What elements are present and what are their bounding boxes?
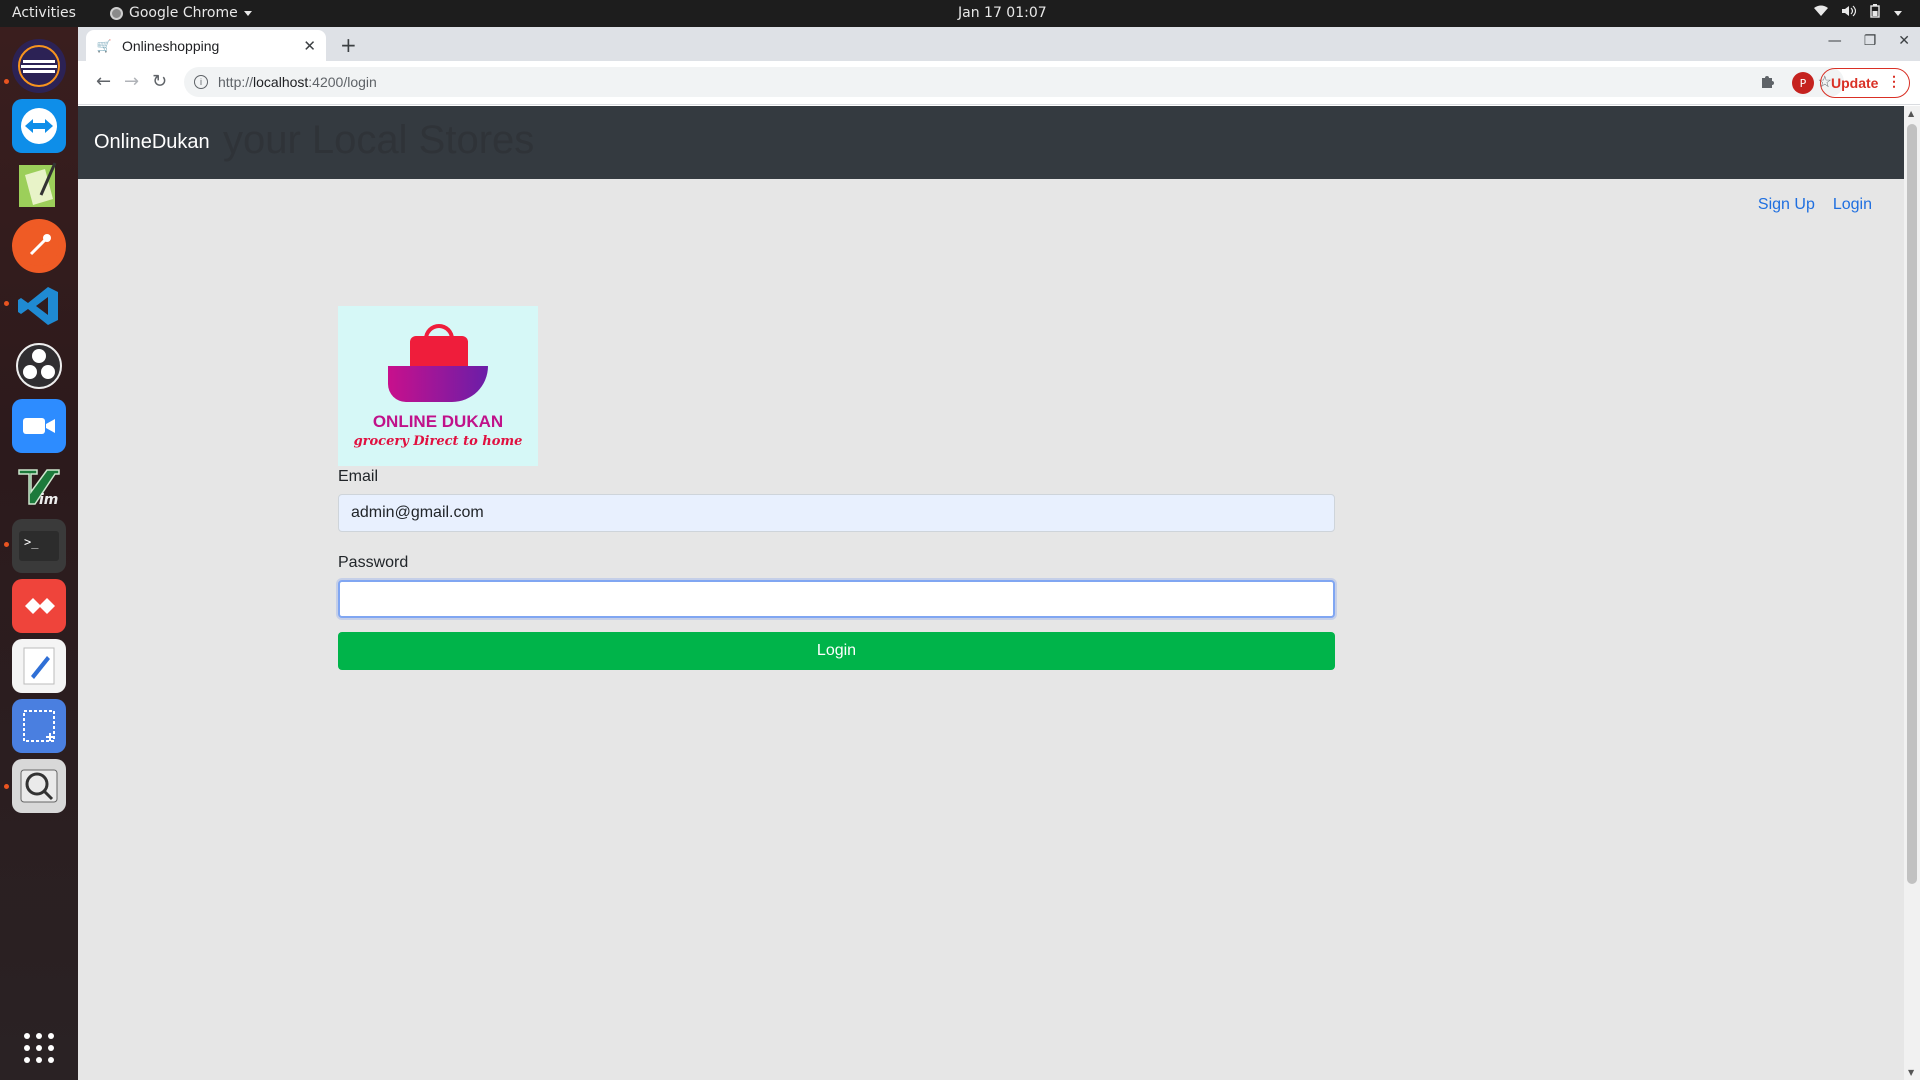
logo-slogan: grocery Direct to home — [353, 434, 523, 449]
app-menu-label: Google Chrome — [129, 5, 238, 21]
scroll-up-icon[interactable]: ▲ — [1908, 109, 1914, 118]
zoom-icon[interactable] — [12, 399, 66, 453]
password-field[interactable] — [338, 580, 1335, 618]
wifi-icon — [1814, 5, 1828, 21]
volume-icon — [1842, 5, 1857, 21]
email-label: Email — [338, 468, 379, 485]
profile-avatar[interactable]: P — [1792, 72, 1814, 94]
cart-swoosh-shape — [388, 366, 488, 402]
back-arrow-icon[interactable]: ← — [96, 71, 111, 92]
address-bar[interactable]: i http://localhost:4200/login ☆ — [184, 67, 1844, 97]
online-dukan-logo: ONLINE DUKAN grocery Direct to home — [338, 306, 538, 466]
chevron-down-icon — [243, 10, 252, 16]
restore-icon[interactable]: ❐ — [1864, 33, 1877, 49]
email-field[interactable] — [338, 494, 1335, 532]
system-top-bar: Activities Google Chrome Jan 17 01:07 — [0, 0, 1920, 27]
extensions-puzzle-icon[interactable] — [1760, 73, 1776, 93]
battery-icon — [1870, 4, 1880, 22]
scrollbar-thumb[interactable] — [1907, 124, 1917, 884]
auth-links: Sign Up Login — [1758, 196, 1872, 214]
url-scheme: http:// — [218, 74, 254, 90]
page-viewport: OnlineDukan your Local Stores Sign Up Lo… — [78, 106, 1904, 1080]
tab-title: Onlineshopping — [122, 37, 220, 54]
scroll-down-icon[interactable]: ▼ — [1908, 1068, 1914, 1077]
teamviewer-icon[interactable] — [12, 99, 66, 153]
browser-window: 🛒 Onlineshopping ✕ + — ❐ ✕ ← → ↻ i http:… — [78, 27, 1920, 1080]
svg-text:>_: >_ — [24, 535, 39, 549]
close-icon[interactable]: ✕ — [303, 37, 316, 55]
cart-icon: 🛒 — [96, 38, 112, 53]
dock: im >_ — [0, 27, 78, 1080]
update-button[interactable]: Update ⋮ — [1820, 68, 1910, 98]
text-editor-icon[interactable] — [12, 639, 66, 693]
url-host: localhost — [253, 74, 309, 90]
login-link[interactable]: Login — [1833, 196, 1872, 214]
site-brand-link[interactable]: OnlineDukan — [94, 131, 210, 154]
activities-button[interactable]: Activities — [12, 5, 76, 21]
terminal-icon[interactable]: >_ — [12, 519, 66, 573]
reload-icon[interactable]: ↻ — [152, 71, 167, 92]
tab-onlineshopping[interactable]: 🛒 Onlineshopping ✕ — [86, 30, 326, 61]
login-form: Email Password Login — [338, 468, 1335, 670]
vim-icon[interactable]: im — [12, 459, 66, 513]
browser-toolbar: ← → ↻ i http://localhost:4200/login ☆ P … — [78, 61, 1920, 105]
magnifier-icon[interactable] — [12, 759, 66, 813]
clock[interactable]: Jan 17 01:07 — [958, 5, 1047, 21]
running-indicator — [4, 784, 9, 789]
url-path: :4200/login — [308, 74, 377, 90]
login-button[interactable]: Login — [338, 632, 1335, 670]
new-tab-button[interactable]: + — [340, 33, 357, 57]
forward-arrow-icon[interactable]: → — [124, 71, 139, 92]
more-vert-icon: ⋮ — [1887, 73, 1901, 89]
info-icon[interactable]: i — [194, 75, 208, 89]
close-window-icon[interactable]: ✕ — [1898, 33, 1910, 49]
running-indicator — [4, 542, 9, 547]
postman-icon[interactable] — [12, 219, 66, 273]
system-tray[interactable] — [1814, 4, 1902, 22]
running-indicator — [4, 79, 9, 84]
minimize-icon[interactable]: — — [1828, 33, 1842, 49]
obs-icon[interactable] — [12, 339, 66, 393]
window-controls: — ❐ ✕ — [1828, 33, 1910, 49]
site-tagline: your Local Stores — [223, 118, 535, 162]
vscode-icon[interactable] — [12, 279, 66, 333]
chrome-icon — [110, 6, 123, 20]
logo-title: ONLINE DUKAN — [372, 412, 504, 431]
eclipse-icon[interactable] — [12, 39, 66, 93]
svg-text:im: im — [39, 492, 58, 508]
sign-up-link[interactable]: Sign Up — [1758, 196, 1815, 214]
site-navbar: OnlineDukan your Local Stores — [78, 106, 1904, 179]
gedit-icon[interactable] — [12, 159, 66, 213]
tab-strip: 🛒 Onlineshopping ✕ + — ❐ ✕ — [78, 27, 1920, 61]
screenshot-icon[interactable] — [12, 699, 66, 753]
page-scrollbar[interactable]: ▲ ▼ — [1904, 106, 1920, 1080]
app-menu[interactable]: Google Chrome — [110, 5, 252, 21]
anydesk-icon[interactable] — [12, 579, 66, 633]
chevron-down-icon — [1894, 10, 1902, 16]
running-indicator — [4, 301, 9, 306]
show-apps-icon[interactable] — [12, 1021, 66, 1075]
update-label: Update — [1831, 75, 1879, 91]
password-label: Password — [338, 554, 409, 571]
